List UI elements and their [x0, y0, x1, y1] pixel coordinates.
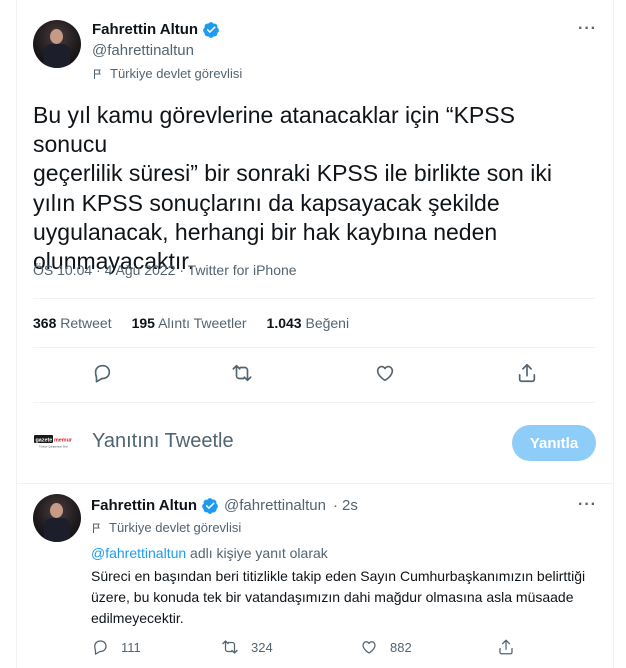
time-separator: · — [333, 497, 338, 514]
reply-tweet-retweet-action[interactable]: 324 — [221, 638, 273, 656]
reply-tweet-like-action[interactable]: 882 — [360, 638, 412, 656]
reply-tweet-text: Süreci en başından beri titizlikle takip… — [91, 568, 586, 626]
divider — [33, 347, 595, 348]
like-icon[interactable] — [374, 362, 396, 384]
like-icon — [362, 641, 376, 654]
reply-author-avatar[interactable] — [33, 494, 81, 542]
flag-icon — [93, 523, 100, 533]
verified-badge-icon — [203, 22, 219, 38]
logo-word-memur: memur — [54, 437, 73, 443]
retweet-count: 324 — [251, 639, 273, 655]
divider — [33, 402, 595, 403]
flag-icon — [94, 69, 101, 79]
author-avatar[interactable] — [33, 20, 81, 68]
reply-tweet-share-action[interactable] — [497, 638, 515, 656]
replying-to-suffix: adlı kişiye yanıt olarak — [186, 545, 328, 561]
government-label-text: Türkiye devlet görevlisi — [110, 66, 243, 81]
logo-tagline: Türkiye Çalışanların Sesi — [39, 445, 68, 449]
replying-to-mention[interactable]: @fahrettinaltun — [91, 545, 186, 561]
reply-author-name[interactable]: Fahrettin Altun — [91, 497, 197, 514]
divider — [17, 483, 613, 484]
reply-government-label[interactable]: Türkiye devlet görevlisi — [91, 520, 241, 535]
reply-count: 111 — [121, 639, 141, 655]
reply-button[interactable]: Yanıtla — [512, 425, 596, 461]
like-count: 882 — [390, 639, 412, 655]
tweet-meta[interactable]: ÖS 10:04 · 4 Ağu 2022 · Twitter for iPho… — [33, 262, 297, 278]
reply-more-options-icon[interactable]: ··· — [578, 496, 597, 514]
tweet-text: Bu yıl kamu görevlerine atanacaklar için… — [33, 102, 552, 275]
retweet-icon — [222, 640, 238, 654]
reply-icon — [94, 640, 107, 655]
like-count-link[interactable]: 1.043 Beğeni — [267, 315, 350, 331]
retweet-count-link[interactable]: 368 Retweet — [33, 315, 112, 331]
share-icon — [499, 639, 513, 655]
reply-timestamp[interactable]: 2s — [342, 497, 358, 514]
divider — [33, 298, 595, 299]
verified-badge-icon — [202, 498, 218, 514]
gazete-memur-avatar-logo: gazete memur Türkiye Çalışanların Sesi — [33, 426, 81, 456]
replying-to: @fahrettinaltun adlı kişiye yanıt olarak — [91, 545, 328, 561]
tweet-stats: 368 Retweet 195 Alıntı Tweetler 1.043 Be… — [33, 315, 349, 331]
retweet-icon[interactable] — [231, 362, 253, 384]
reply-tweet-reply-action[interactable]: 111 — [91, 638, 141, 656]
author-name[interactable]: Fahrettin Altun — [92, 21, 198, 38]
government-label[interactable]: Türkiye devlet görevlisi — [92, 66, 242, 81]
reply-author-handle[interactable]: @fahrettinaltun — [224, 497, 326, 514]
quote-count-link[interactable]: 195 Alıntı Tweetler — [132, 315, 247, 331]
reply-government-label-text: Türkiye devlet görevlisi — [109, 520, 242, 535]
reply-icon[interactable] — [91, 362, 113, 384]
author-handle[interactable]: @fahrettinaltun — [92, 42, 194, 59]
share-icon[interactable] — [516, 362, 538, 384]
logo-word-gazete: gazete — [36, 437, 53, 443]
reply-input[interactable]: Yanıtını Tweetle — [92, 430, 234, 453]
more-options-icon[interactable]: ··· — [578, 20, 597, 38]
